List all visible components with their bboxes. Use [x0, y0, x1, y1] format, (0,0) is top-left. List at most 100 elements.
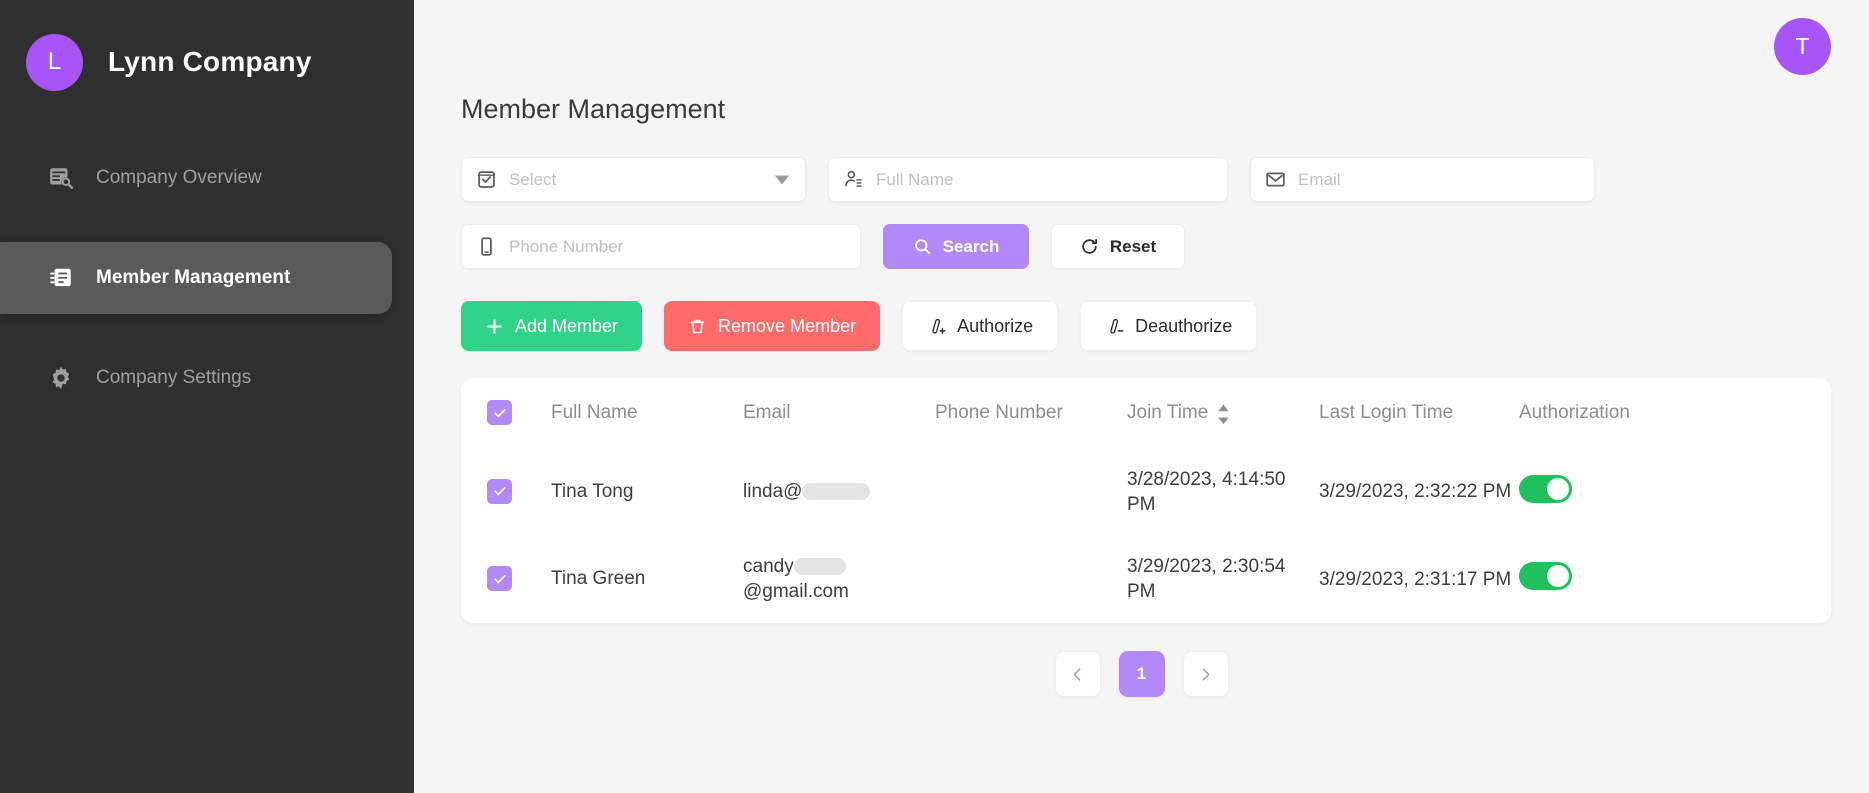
sidebar: L Lynn Company Company Overview: [0, 0, 414, 793]
authorization-toggle[interactable]: [1519, 475, 1572, 503]
checkbox-list-icon: [476, 169, 497, 190]
reset-button-label: Reset: [1110, 237, 1156, 257]
filter-row-primary: Select Full Name: [461, 157, 1831, 202]
sidebar-item-label: Company Settings: [96, 367, 251, 389]
remove-member-label: Remove Member: [718, 316, 856, 337]
column-header-phone-number: Phone Number: [935, 378, 1127, 449]
sidebar-item-company-settings[interactable]: Company Settings: [0, 342, 414, 414]
brand: L Lynn Company: [0, 22, 414, 102]
column-header-join-time-label: Join Time: [1127, 402, 1208, 424]
member-list-icon: [48, 265, 74, 291]
cell-email-visible: candy: [743, 556, 794, 577]
pen-minus-icon: [1105, 317, 1124, 336]
main-content: T Member Management Select: [414, 0, 1869, 793]
refresh-icon: [1080, 237, 1099, 256]
phone-input[interactable]: Phone Number: [509, 237, 623, 257]
redaction-bar: [802, 483, 870, 500]
pagination: 1: [452, 651, 1831, 697]
authorize-button[interactable]: Authorize: [902, 301, 1058, 351]
brand-avatar: L: [26, 34, 83, 91]
mobile-icon: [476, 236, 497, 257]
sidebar-item-label: Member Management: [96, 267, 290, 289]
cell-full-name: Tina Green: [551, 536, 743, 623]
cell-join-time: 3/29/2023, 2:30:54 PM: [1127, 536, 1319, 623]
phone-input-wrapper[interactable]: Phone Number: [461, 224, 861, 269]
sidebar-item-company-overview[interactable]: Company Overview: [0, 142, 414, 214]
select-all-checkbox[interactable]: [487, 400, 512, 425]
cell-email: candy @gmail.com: [743, 536, 935, 623]
deauthorize-button[interactable]: Deauthorize: [1080, 301, 1257, 351]
select-dropdown[interactable]: Select: [461, 157, 806, 202]
column-header-authorization: Authorization: [1519, 378, 1831, 449]
pagination-page-1[interactable]: 1: [1119, 651, 1165, 697]
select-all-header: [461, 378, 551, 449]
email-input[interactable]: Email: [1298, 170, 1341, 190]
user-icon: [843, 169, 864, 190]
redaction-bar: [794, 558, 846, 575]
full-name-input-wrapper[interactable]: Full Name: [828, 157, 1228, 202]
table-row: Tina Tong linda@ 3/28/2023, 4:14:50 PM 3…: [461, 449, 1831, 536]
sidebar-item-member-management[interactable]: Member Management: [0, 242, 392, 314]
toggle-knob: [1547, 478, 1569, 500]
search-button-label: Search: [943, 237, 1000, 257]
cell-email-domain: @gmail.com: [743, 581, 849, 602]
cell-email: linda@: [743, 449, 935, 536]
row-select-cell: [461, 449, 551, 536]
add-member-button[interactable]: Add Member: [461, 301, 642, 351]
action-button-row: Add Member Remove Member: [461, 301, 1831, 351]
select-value: Select: [509, 170, 556, 190]
toggle-knob: [1547, 565, 1569, 587]
plus-icon: [485, 317, 504, 336]
add-member-label: Add Member: [515, 316, 618, 337]
filter-row-secondary: Phone Number Search Re: [461, 224, 1831, 269]
pagination-prev-button[interactable]: [1055, 651, 1101, 697]
trash-icon: [688, 317, 707, 336]
app-root: L Lynn Company Company Overview: [0, 0, 1869, 793]
authorization-toggle[interactable]: [1519, 562, 1572, 590]
chevron-right-icon: [1197, 666, 1214, 683]
reset-button[interactable]: Reset: [1051, 224, 1185, 269]
sidebar-nav: Company Overview Member Management: [0, 142, 414, 414]
table-row: Tina Green candy @gmail.com 3/29/2023, 2…: [461, 536, 1831, 623]
deauthorize-label: Deauthorize: [1135, 316, 1232, 337]
authorize-label: Authorize: [957, 316, 1033, 337]
chevron-down-icon: [775, 175, 789, 184]
gear-icon: [48, 365, 74, 391]
column-header-last-login-time: Last Login Time: [1319, 378, 1519, 449]
full-name-input[interactable]: Full Name: [876, 170, 953, 190]
pagination-next-button[interactable]: [1183, 651, 1229, 697]
search-button[interactable]: Search: [883, 224, 1029, 269]
members-table-card: Full Name Email Phone Number Join Time: [461, 378, 1831, 623]
column-header-full-name: Full Name: [551, 378, 743, 449]
user-avatar[interactable]: T: [1774, 18, 1831, 75]
email-input-wrapper[interactable]: Email: [1250, 157, 1595, 202]
table-header: Full Name Email Phone Number Join Time: [461, 378, 1831, 449]
cell-authorization: [1519, 449, 1831, 536]
cell-join-time: 3/28/2023, 4:14:50 PM: [1127, 449, 1319, 536]
page-title: Member Management: [461, 94, 1831, 125]
table-header-row: Full Name Email Phone Number Join Time: [461, 378, 1831, 449]
pen-plus-icon: [927, 317, 946, 336]
cell-last-login-time: 3/29/2023, 2:32:22 PM: [1319, 449, 1519, 536]
row-select-cell: [461, 536, 551, 623]
envelope-icon: [1265, 169, 1286, 190]
sort-arrows-icon[interactable]: [1217, 404, 1230, 423]
row-checkbox[interactable]: [487, 479, 512, 504]
column-header-join-time[interactable]: Join Time: [1127, 378, 1319, 449]
overview-search-icon: [48, 165, 74, 191]
remove-member-button[interactable]: Remove Member: [664, 301, 880, 351]
cell-last-login-time: 3/29/2023, 2:31:17 PM: [1319, 536, 1519, 623]
column-header-email: Email: [743, 378, 935, 449]
cell-phone-number: [935, 536, 1127, 623]
chevron-left-icon: [1069, 666, 1086, 683]
cell-authorization: [1519, 536, 1831, 623]
members-table: Full Name Email Phone Number Join Time: [461, 378, 1831, 623]
cell-phone-number: [935, 449, 1127, 536]
row-checkbox[interactable]: [487, 566, 512, 591]
cell-email-visible: linda@: [743, 481, 802, 502]
search-icon: [913, 237, 932, 256]
sidebar-item-label: Company Overview: [96, 167, 262, 189]
table-body: Tina Tong linda@ 3/28/2023, 4:14:50 PM 3…: [461, 449, 1831, 624]
cell-full-name: Tina Tong: [551, 449, 743, 536]
brand-name: Lynn Company: [108, 46, 312, 78]
